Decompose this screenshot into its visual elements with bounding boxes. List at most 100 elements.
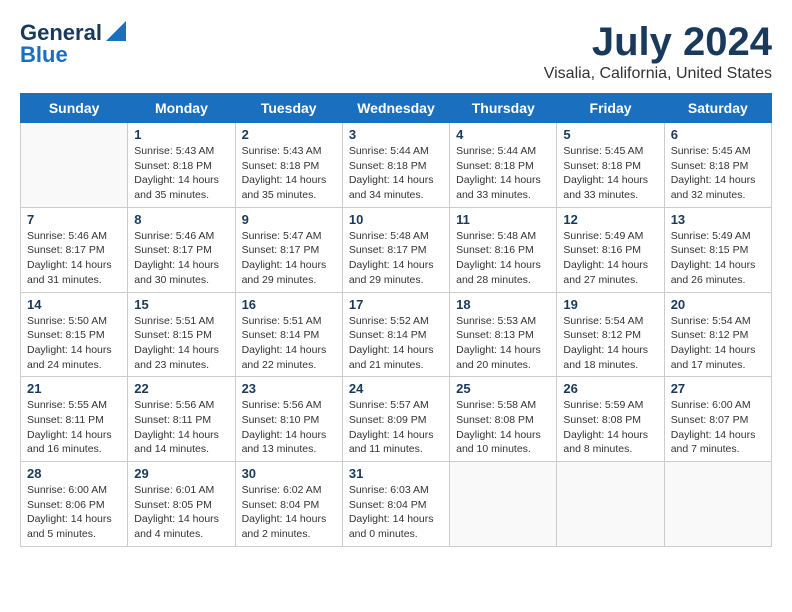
day-number: 26 xyxy=(563,381,657,396)
day-number: 19 xyxy=(563,297,657,312)
day-number: 14 xyxy=(27,297,121,312)
day-info: Sunrise: 5:43 AM Sunset: 8:18 PM Dayligh… xyxy=(134,144,228,203)
weekday-header-friday: Friday xyxy=(557,94,664,123)
day-number: 4 xyxy=(456,127,550,142)
calendar-cell: 10 Sunrise: 5:48 AM Sunset: 8:17 PM Dayli… xyxy=(342,207,449,292)
calendar-cell: 17Sunrise: 5:52 AM Sunset: 8:14 PM Dayli… xyxy=(342,292,449,377)
day-info: Sunrise: 5:54 AM Sunset: 8:12 PM Dayligh… xyxy=(563,314,657,373)
day-number: 20 xyxy=(671,297,765,312)
logo: General Blue xyxy=(20,20,126,68)
calendar-cell: 15 Sunrise: 5:51 AM Sunset: 8:15 PM Dayli… xyxy=(128,292,235,377)
day-info: Sunrise: 6:01 AM Sunset: 8:05 PM Dayligh… xyxy=(134,483,228,542)
main-title: July 2024 xyxy=(544,20,772,65)
weekday-header-tuesday: Tuesday xyxy=(235,94,342,123)
subtitle: Visalia, California, United States xyxy=(544,65,772,83)
day-info: Sunrise: 5:51 AM Sunset: 8:15 PM Dayligh… xyxy=(134,314,228,373)
calendar-cell: 24Sunrise: 5:57 AM Sunset: 8:09 PM Dayli… xyxy=(342,377,449,462)
day-info: Sunrise: 5:59 AM Sunset: 8:08 PM Dayligh… xyxy=(563,398,657,457)
day-number: 16 xyxy=(242,297,336,312)
day-info: Sunrise: 6:00 AM Sunset: 8:07 PM Dayligh… xyxy=(671,398,765,457)
day-number: 1 xyxy=(134,127,228,142)
calendar-cell xyxy=(664,462,771,547)
day-number: 29 xyxy=(134,466,228,481)
calendar-week-row: 7 Sunrise: 5:46 AM Sunset: 8:17 PM Daylig… xyxy=(21,207,772,292)
day-number: 30 xyxy=(242,466,336,481)
weekday-header-thursday: Thursday xyxy=(450,94,557,123)
day-info: Sunrise: 5:46 AM Sunset: 8:17 PM Dayligh… xyxy=(27,229,121,288)
calendar-cell: 20 Sunrise: 5:54 AM Sunset: 8:12 PM Dayli… xyxy=(664,292,771,377)
day-number: 28 xyxy=(27,466,121,481)
calendar-cell: 14 Sunrise: 5:50 AM Sunset: 8:15 PM Dayli… xyxy=(21,292,128,377)
day-number: 5 xyxy=(563,127,657,142)
day-number: 18 xyxy=(456,297,550,312)
day-info: Sunrise: 5:49 AM Sunset: 8:16 PM Dayligh… xyxy=(563,229,657,288)
calendar-week-row: 21Sunrise: 5:55 AM Sunset: 8:11 PM Dayli… xyxy=(21,377,772,462)
title-section: July 2024 Visalia, California, United St… xyxy=(544,20,772,83)
logo-blue: Blue xyxy=(20,42,68,68)
calendar-cell xyxy=(450,462,557,547)
page-header: General Blue July 2024 Visalia, Californ… xyxy=(20,20,772,83)
day-info: Sunrise: 6:00 AM Sunset: 8:06 PM Dayligh… xyxy=(27,483,121,542)
calendar-cell xyxy=(21,123,128,208)
calendar-cell: 7 Sunrise: 5:46 AM Sunset: 8:17 PM Daylig… xyxy=(21,207,128,292)
day-number: 3 xyxy=(349,127,443,142)
day-info: Sunrise: 5:43 AM Sunset: 8:18 PM Dayligh… xyxy=(242,144,336,203)
day-info: Sunrise: 5:56 AM Sunset: 8:10 PM Dayligh… xyxy=(242,398,336,457)
calendar-cell: 31 Sunrise: 6:03 AM Sunset: 8:04 PM Dayli… xyxy=(342,462,449,547)
day-number: 15 xyxy=(134,297,228,312)
calendar-week-row: 1 Sunrise: 5:43 AM Sunset: 8:18 PM Daylig… xyxy=(21,123,772,208)
day-info: Sunrise: 5:47 AM Sunset: 8:17 PM Dayligh… xyxy=(242,229,336,288)
day-number: 22 xyxy=(134,381,228,396)
calendar-cell: 3Sunrise: 5:44 AM Sunset: 8:18 PM Daylig… xyxy=(342,123,449,208)
day-info: Sunrise: 5:53 AM Sunset: 8:13 PM Dayligh… xyxy=(456,314,550,373)
day-number: 31 xyxy=(349,466,443,481)
day-number: 27 xyxy=(671,381,765,396)
day-info: Sunrise: 5:49 AM Sunset: 8:15 PM Dayligh… xyxy=(671,229,765,288)
calendar-cell: 25Sunrise: 5:58 AM Sunset: 8:08 PM Dayli… xyxy=(450,377,557,462)
day-number: 10 xyxy=(349,212,443,227)
calendar-cell: 6Sunrise: 5:45 AM Sunset: 8:18 PM Daylig… xyxy=(664,123,771,208)
calendar-table: SundayMondayTuesdayWednesdayThursdayFrid… xyxy=(20,93,772,547)
day-number: 2 xyxy=(242,127,336,142)
day-number: 24 xyxy=(349,381,443,396)
day-number: 7 xyxy=(27,212,121,227)
weekday-header-monday: Monday xyxy=(128,94,235,123)
day-info: Sunrise: 5:52 AM Sunset: 8:14 PM Dayligh… xyxy=(349,314,443,373)
day-info: Sunrise: 5:46 AM Sunset: 8:17 PM Dayligh… xyxy=(134,229,228,288)
day-info: Sunrise: 5:55 AM Sunset: 8:11 PM Dayligh… xyxy=(27,398,121,457)
day-info: Sunrise: 5:48 AM Sunset: 8:16 PM Dayligh… xyxy=(456,229,550,288)
calendar-cell: 9 Sunrise: 5:47 AM Sunset: 8:17 PM Daylig… xyxy=(235,207,342,292)
calendar-week-row: 28 Sunrise: 6:00 AM Sunset: 8:06 PM Dayli… xyxy=(21,462,772,547)
calendar-cell: 13 Sunrise: 5:49 AM Sunset: 8:15 PM Dayli… xyxy=(664,207,771,292)
calendar-cell: 26 Sunrise: 5:59 AM Sunset: 8:08 PM Dayli… xyxy=(557,377,664,462)
calendar-cell: 11Sunrise: 5:48 AM Sunset: 8:16 PM Dayli… xyxy=(450,207,557,292)
day-info: Sunrise: 5:45 AM Sunset: 8:18 PM Dayligh… xyxy=(671,144,765,203)
day-number: 12 xyxy=(563,212,657,227)
weekday-header-row: SundayMondayTuesdayWednesdayThursdayFrid… xyxy=(21,94,772,123)
calendar-cell: 5 Sunrise: 5:45 AM Sunset: 8:18 PM Daylig… xyxy=(557,123,664,208)
calendar-cell: 22Sunrise: 5:56 AM Sunset: 8:11 PM Dayli… xyxy=(128,377,235,462)
day-info: Sunrise: 6:02 AM Sunset: 8:04 PM Dayligh… xyxy=(242,483,336,542)
day-number: 8 xyxy=(134,212,228,227)
calendar-cell: 29 Sunrise: 6:01 AM Sunset: 8:05 PM Dayli… xyxy=(128,462,235,547)
day-number: 25 xyxy=(456,381,550,396)
day-info: Sunrise: 5:44 AM Sunset: 8:18 PM Dayligh… xyxy=(456,144,550,203)
calendar-cell: 23 Sunrise: 5:56 AM Sunset: 8:10 PM Dayli… xyxy=(235,377,342,462)
day-info: Sunrise: 5:50 AM Sunset: 8:15 PM Dayligh… xyxy=(27,314,121,373)
day-number: 23 xyxy=(242,381,336,396)
calendar-cell: 2 Sunrise: 5:43 AM Sunset: 8:18 PM Daylig… xyxy=(235,123,342,208)
weekday-header-sunday: Sunday xyxy=(21,94,128,123)
calendar-cell: 28 Sunrise: 6:00 AM Sunset: 8:06 PM Dayli… xyxy=(21,462,128,547)
day-info: Sunrise: 5:48 AM Sunset: 8:17 PM Dayligh… xyxy=(349,229,443,288)
day-info: Sunrise: 6:03 AM Sunset: 8:04 PM Dayligh… xyxy=(349,483,443,542)
day-number: 13 xyxy=(671,212,765,227)
day-info: Sunrise: 5:45 AM Sunset: 8:18 PM Dayligh… xyxy=(563,144,657,203)
day-info: Sunrise: 5:54 AM Sunset: 8:12 PM Dayligh… xyxy=(671,314,765,373)
calendar-cell: 4 Sunrise: 5:44 AM Sunset: 8:18 PM Daylig… xyxy=(450,123,557,208)
calendar-cell: 30 Sunrise: 6:02 AM Sunset: 8:04 PM Dayli… xyxy=(235,462,342,547)
calendar-cell: 19 Sunrise: 5:54 AM Sunset: 8:12 PM Dayli… xyxy=(557,292,664,377)
day-number: 9 xyxy=(242,212,336,227)
calendar-cell: 16Sunrise: 5:51 AM Sunset: 8:14 PM Dayli… xyxy=(235,292,342,377)
calendar-cell: 18 Sunrise: 5:53 AM Sunset: 8:13 PM Dayli… xyxy=(450,292,557,377)
calendar-cell: 8 Sunrise: 5:46 AM Sunset: 8:17 PM Daylig… xyxy=(128,207,235,292)
